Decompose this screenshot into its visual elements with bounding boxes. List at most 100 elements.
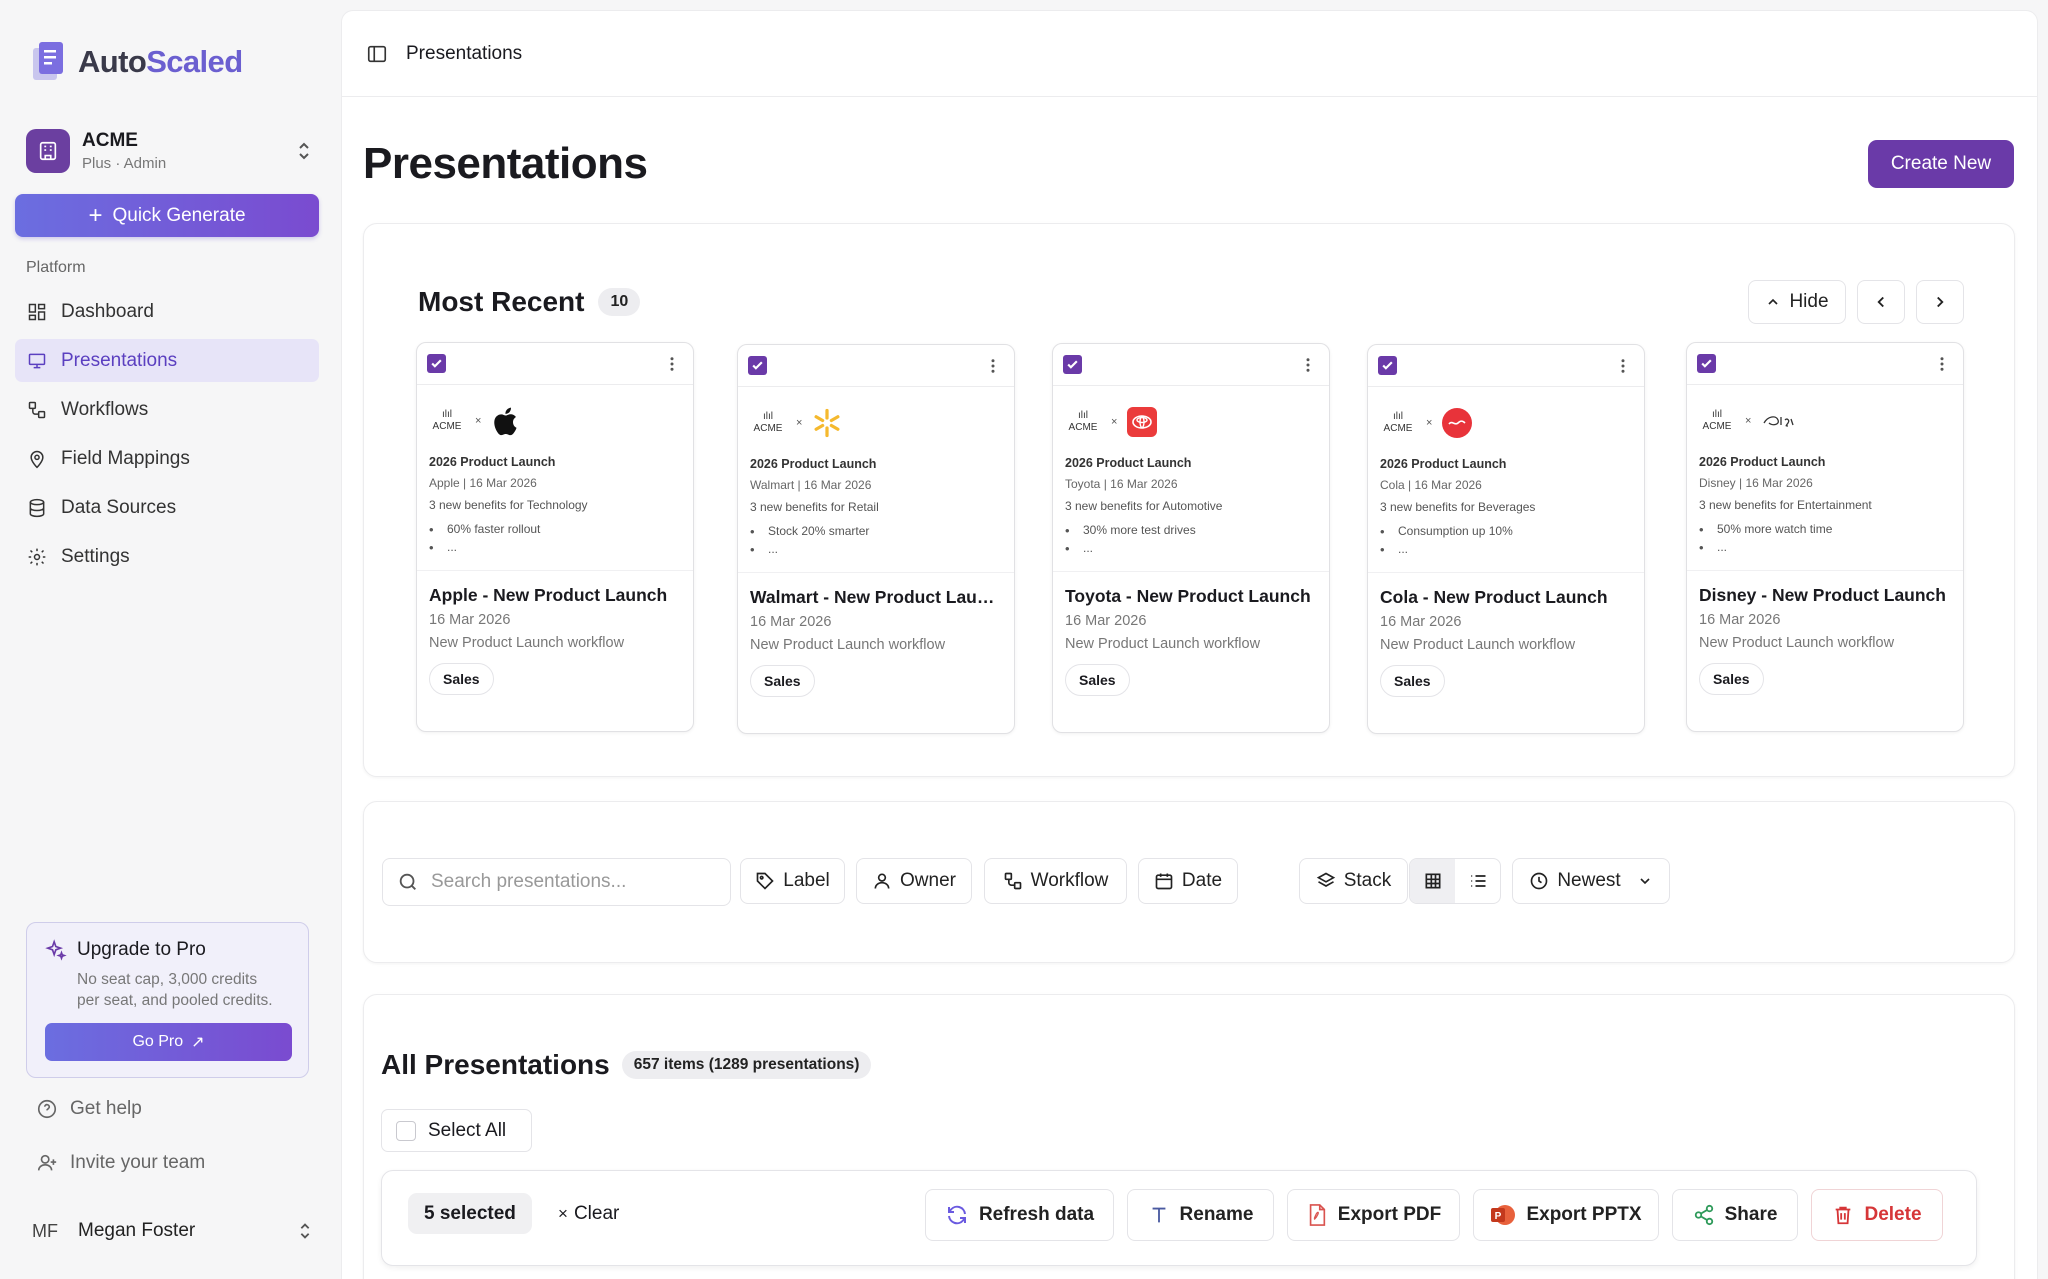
- card-tag[interactable]: Sales: [750, 665, 815, 697]
- go-pro-button[interactable]: Go Pro ↗: [45, 1023, 292, 1061]
- slide-thumbnail: ılıl ACME × 2026 Product Launch Disney | …: [1687, 385, 1963, 571]
- grid-view-button[interactable]: [1410, 859, 1455, 903]
- more-vertical-icon[interactable]: [984, 356, 1002, 376]
- card-checkbox[interactable]: [1378, 356, 1397, 375]
- card-date: 16 Mar 2026: [750, 614, 832, 630]
- list-view-button[interactable]: [1455, 859, 1500, 903]
- card-date: 16 Mar 2026: [1699, 612, 1781, 628]
- stack-toggle-button[interactable]: Stack: [1299, 858, 1408, 904]
- acme-mini-logo: ılıl ACME: [1699, 409, 1735, 433]
- share-button[interactable]: Share: [1672, 1189, 1798, 1241]
- brand-name: AutoScaled: [78, 44, 243, 80]
- card-tag[interactable]: Sales: [1699, 663, 1764, 695]
- sidebar-item-data-sources[interactable]: Data Sources: [15, 486, 319, 529]
- cola-logo-icon: [1442, 408, 1473, 438]
- create-new-button[interactable]: Create New: [1868, 140, 2014, 188]
- delete-button[interactable]: Delete: [1811, 1189, 1943, 1241]
- user-menu[interactable]: MF Megan Foster: [32, 1216, 316, 1246]
- next-button[interactable]: [1916, 280, 1964, 324]
- sidebar-item-presentations[interactable]: Presentations: [15, 339, 319, 382]
- card-tag[interactable]: Sales: [1380, 665, 1445, 697]
- card-tag[interactable]: Sales: [429, 663, 494, 695]
- sidebar-toggle-icon[interactable]: [366, 43, 388, 65]
- database-icon: [29, 498, 45, 517]
- hide-button[interactable]: Hide: [1748, 280, 1846, 324]
- slide-bullet: Stock 20% smarter: [750, 524, 1014, 539]
- get-help-link[interactable]: Get help: [36, 1098, 142, 1120]
- arrow-up-right-icon: ↗: [191, 1034, 205, 1051]
- user-icon: [874, 873, 890, 889]
- presentation-card[interactable]: ılıl ACME × 2026 Product Launch Walmart |…: [737, 344, 1015, 734]
- times-sign: ×: [1111, 416, 1118, 428]
- most-recent-count: 10: [598, 288, 641, 316]
- card-workflow: New Product Launch workflow: [1065, 636, 1261, 652]
- card-tag[interactable]: Sales: [1065, 664, 1130, 696]
- sidebar-item-dashboard[interactable]: Dashboard: [15, 290, 319, 333]
- sidebar-item-workflows[interactable]: Workflows: [15, 388, 319, 431]
- slide-bullet: ...: [1065, 541, 1329, 556]
- more-vertical-icon[interactable]: [1299, 355, 1317, 375]
- selected-count: 5 selected: [408, 1193, 532, 1234]
- sort-dropdown[interactable]: Newest: [1512, 858, 1670, 904]
- trash-icon: [1836, 1206, 1851, 1225]
- invite-team-link[interactable]: Invite your team: [36, 1152, 205, 1174]
- presentation-card[interactable]: ılıl ACME × 2026 Product Launch Cola | 16…: [1367, 344, 1645, 734]
- sidebar-item-label: Workflows: [61, 398, 149, 420]
- quick-generate-button[interactable]: + Quick Generate: [15, 194, 319, 237]
- all-presentations-count: 657 items (1289 presentations): [621, 1051, 872, 1079]
- hide-label: Hide: [1789, 291, 1829, 312]
- card-checkbox[interactable]: [1697, 354, 1716, 373]
- disney-logo-icon: [1763, 416, 1795, 427]
- calendar-icon: [1155, 873, 1173, 890]
- card-date: 16 Mar 2026: [1380, 614, 1462, 630]
- avatar: MF: [32, 1220, 58, 1241]
- share-label: Share: [1724, 1204, 1778, 1225]
- refresh-data-button[interactable]: Refresh data: [925, 1189, 1114, 1241]
- export-pptx-button[interactable]: P Export PPTX: [1473, 1189, 1659, 1241]
- presentation-card[interactable]: ılıl ACME × 2026 Product Launch Disney | …: [1686, 342, 1964, 732]
- slide-title: 2026 Product Launch: [1380, 457, 1507, 471]
- more-vertical-icon[interactable]: [663, 354, 681, 374]
- previous-button[interactable]: [1857, 280, 1905, 324]
- select-all-checkbox[interactable]: Select All: [381, 1109, 532, 1152]
- slide-line: 3 new benefits for Entertainment: [1699, 498, 1872, 512]
- rename-button[interactable]: Rename: [1127, 1189, 1274, 1241]
- clear-selection-button[interactable]: × Clear: [558, 1203, 619, 1225]
- card-checkbox[interactable]: [1063, 355, 1082, 374]
- tag-icon: [756, 872, 774, 890]
- org-plan: Plus · Admin: [82, 155, 167, 172]
- most-recent-panel: Most Recent 10 Hide ılıl ACME × 2026 Pro…: [363, 223, 2015, 777]
- slide-bullet: ...: [1380, 542, 1644, 557]
- chevron-down-icon: [1640, 878, 1650, 885]
- top-bar: Presentations: [342, 11, 2037, 97]
- card-checkbox[interactable]: [427, 354, 446, 373]
- owner-filter-button[interactable]: Owner: [856, 858, 972, 904]
- sidebar-item-settings[interactable]: Settings: [15, 535, 319, 578]
- workflow-filter-button[interactable]: Workflow: [984, 858, 1127, 904]
- slide-bullet: Consumption up 10%: [1380, 524, 1644, 539]
- page-title: Presentations: [363, 139, 648, 188]
- card-workflow: New Product Launch workflow: [1699, 635, 1895, 651]
- card-checkbox[interactable]: [748, 356, 767, 375]
- search-input[interactable]: Search presentations...: [382, 858, 731, 906]
- more-vertical-icon[interactable]: [1614, 356, 1632, 376]
- date-filter-button[interactable]: Date: [1138, 858, 1238, 904]
- powerpoint-icon: P: [1491, 1205, 1516, 1225]
- more-vertical-icon[interactable]: [1933, 354, 1951, 374]
- label-filter-button[interactable]: Label: [740, 858, 845, 904]
- sidebar-nav: Dashboard Presentations Workflows Field …: [15, 290, 319, 584]
- acme-mini-logo: ılıl ACME: [1380, 411, 1416, 435]
- brand-logo[interactable]: AutoScaled: [30, 38, 243, 86]
- presentation-card[interactable]: ılıl ACME × 2026 Product Launch Apple | 1…: [416, 342, 694, 732]
- export-pdf-button[interactable]: Export PDF: [1287, 1189, 1460, 1241]
- presentation-card[interactable]: ılıl ACME × 2026 Product Launch Toyota | …: [1052, 343, 1330, 733]
- all-presentations-panel: All Presentations 657 items (1289 presen…: [363, 994, 2015, 1279]
- sidebar-item-field-mappings[interactable]: Field Mappings: [15, 437, 319, 480]
- times-sign: ×: [1745, 415, 1752, 427]
- label-filter-label: Label: [783, 870, 830, 891]
- apple-logo-icon: [494, 407, 517, 436]
- org-switcher[interactable]: ACME Plus · Admin: [26, 126, 316, 176]
- checkbox-icon: [396, 1120, 416, 1141]
- slide-thumbnail: ılıl ACME × 2026 Product Launch Apple | 1…: [417, 385, 693, 571]
- slide-subtitle: Apple | 16 Mar 2026: [429, 476, 537, 490]
